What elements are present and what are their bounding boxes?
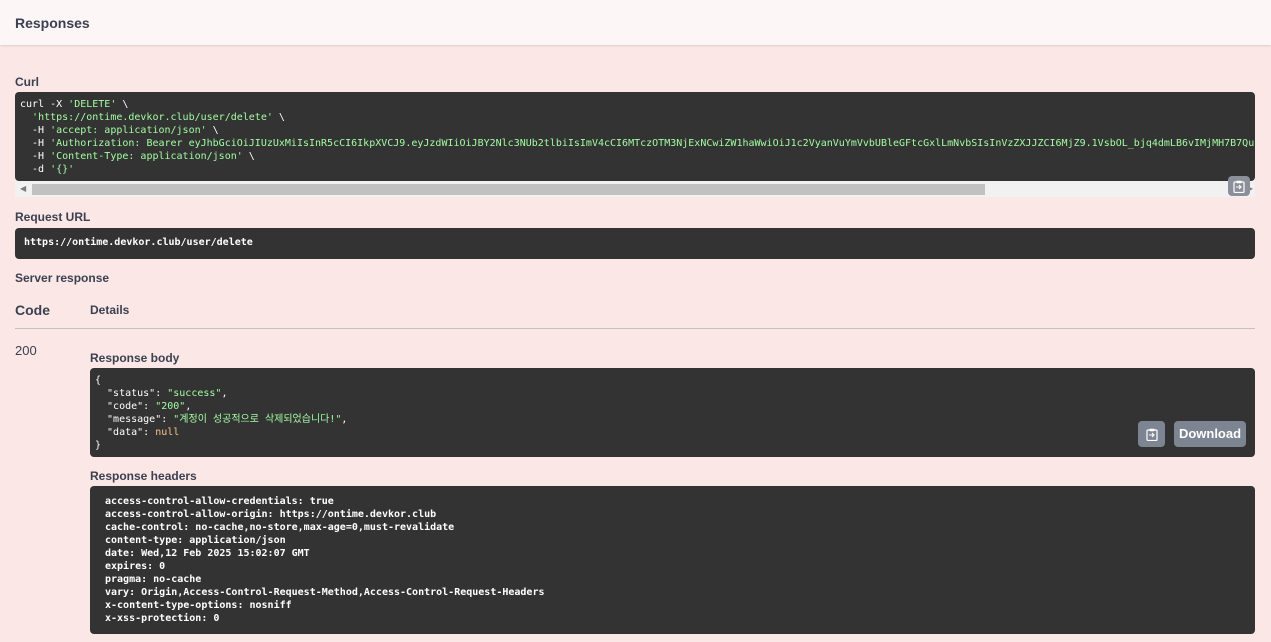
- table-divider: [15, 328, 1255, 329]
- scroll-left-arrow-icon[interactable]: ◀: [20, 184, 26, 193]
- curl-line: 'https://ontime.devkor.club/user/delete'…: [32, 112, 285, 123]
- curl-label: Curl: [15, 75, 39, 89]
- curl-line: curl -X 'DELETE' \: [20, 99, 129, 110]
- responses-header: Responses: [0, 0, 1271, 45]
- copy-curl-button[interactable]: [1228, 176, 1250, 196]
- json-line: "status": "success",: [95, 388, 228, 399]
- header-line: access-control-allow-origin: https://ont…: [105, 509, 437, 520]
- json-line: {: [95, 375, 102, 386]
- header-line: access-control-allow-credentials: true: [105, 496, 334, 507]
- json-line: "data": null: [95, 427, 180, 438]
- scrollbar-thumb[interactable]: [32, 184, 985, 195]
- response-body-box[interactable]: { "status": "success", "code": "200", "m…: [90, 368, 1255, 457]
- curl-command-box[interactable]: curl -X 'DELETE' \ 'https://ontime.devko…: [15, 92, 1255, 181]
- request-url-label: Request URL: [15, 210, 91, 224]
- curl-line: -H 'accept: application/json' \: [20, 125, 219, 136]
- json-line: "code": "200",: [95, 401, 192, 412]
- details-column-header: Details: [90, 303, 130, 317]
- code-column-header: Code: [15, 302, 50, 318]
- header-line: content-type: application/json: [105, 535, 286, 546]
- request-url-box[interactable]: https://ontime.devkor.club/user/delete: [15, 228, 1255, 259]
- curl-line: -d '{}': [20, 164, 75, 175]
- request-url-value: https://ontime.devkor.club/user/delete: [24, 237, 253, 248]
- response-headers-box[interactable]: access-control-allow-credentials: true a…: [90, 486, 1255, 634]
- response-body-label: Response body: [90, 351, 180, 365]
- header-line: vary: Origin,Access-Control-Request-Meth…: [105, 587, 545, 598]
- json-line: }: [95, 440, 102, 451]
- header-line: date: Wed,12 Feb 2025 15:02:07 GMT: [105, 548, 310, 559]
- response-headers-label: Response headers: [90, 469, 197, 483]
- header-line: expires: 0: [105, 561, 166, 572]
- download-button[interactable]: Download: [1174, 421, 1246, 447]
- header-line: pragma: no-cache: [105, 574, 202, 585]
- header-line: x-content-type-options: nosniff: [105, 600, 292, 611]
- curl-line: -H 'Content-Type: application/json' \: [20, 151, 255, 162]
- responses-title: Responses: [15, 15, 90, 31]
- response-status-code: 200: [15, 343, 37, 358]
- json-line: "message": "계정이 성공적으로 삭제되었습니다!",: [95, 414, 348, 425]
- clipboard-icon: [1145, 428, 1158, 441]
- curl-line: -H 'Authorization: Bearer eyJhbGciOiJIUz…: [20, 138, 1255, 149]
- server-response-label: Server response: [15, 271, 110, 285]
- header-line: x-xss-protection: 0: [105, 613, 220, 624]
- curl-horizontal-scrollbar[interactable]: ◀ ▶: [15, 181, 1255, 197]
- clipboard-icon: [1233, 180, 1245, 193]
- header-line: cache-control: no-cache,no-store,max-age…: [105, 522, 455, 533]
- copy-response-button[interactable]: [1138, 421, 1165, 447]
